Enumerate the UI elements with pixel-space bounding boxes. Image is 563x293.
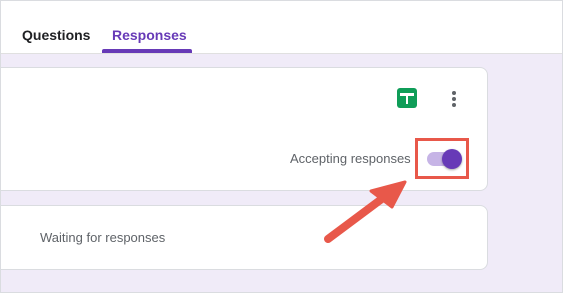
google-sheets-icon[interactable] [397, 88, 417, 108]
accepting-responses-label: Accepting responses [290, 151, 411, 166]
more-dot [452, 91, 456, 95]
annotation-highlight-box [415, 138, 469, 179]
active-tab-indicator [102, 49, 192, 53]
more-dot [452, 103, 456, 107]
tab-questions[interactable]: Questions [22, 25, 90, 45]
forms-editor: Questions Responses Accepting responses … [0, 0, 563, 293]
tab-bar: Questions Responses [1, 1, 562, 54]
more-dot [452, 97, 456, 101]
more-vert-icon[interactable] [445, 88, 463, 110]
tab-responses[interactable]: Responses [112, 25, 187, 45]
waiting-message: Waiting for responses [40, 230, 166, 245]
sheets-icon-divider [405, 93, 408, 104]
